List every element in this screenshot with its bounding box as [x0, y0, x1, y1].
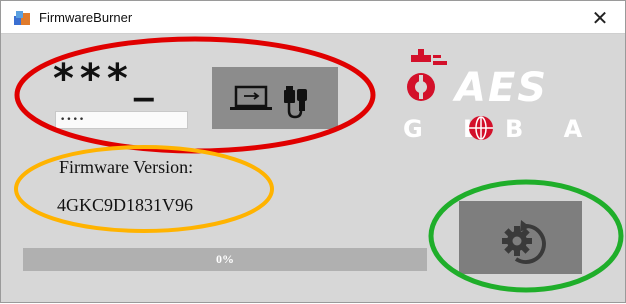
password-mask-display: ***_ — [53, 56, 160, 102]
laptop-usb-icon — [230, 85, 307, 119]
svg-text:AES: AES — [452, 65, 548, 111]
usb-connect-button[interactable] — [212, 67, 338, 129]
firmware-version-value: 4GKC9D1831V96 — [57, 195, 194, 215]
burn-firmware-button[interactable] — [459, 201, 582, 274]
gear-refresh-icon — [502, 220, 546, 264]
progress-text: 0% — [216, 252, 234, 266]
firmware-version-label: Firmware Version: — [59, 157, 194, 177]
aes-global-logo: AES G L B A L — [403, 49, 613, 143]
firmware-burner-window: FirmwareBurner ✕ ***_ •••• AES G L B A F… — [0, 0, 626, 303]
app-icon — [14, 11, 30, 25]
progress-bar: 0% — [23, 248, 427, 271]
close-button[interactable]: ✕ — [585, 5, 615, 31]
svg-text:B A L: B A L — [505, 115, 613, 143]
title-bar: FirmwareBurner ✕ — [1, 1, 625, 34]
window-title: FirmwareBurner — [39, 10, 133, 25]
password-input[interactable]: •••• — [55, 111, 188, 129]
